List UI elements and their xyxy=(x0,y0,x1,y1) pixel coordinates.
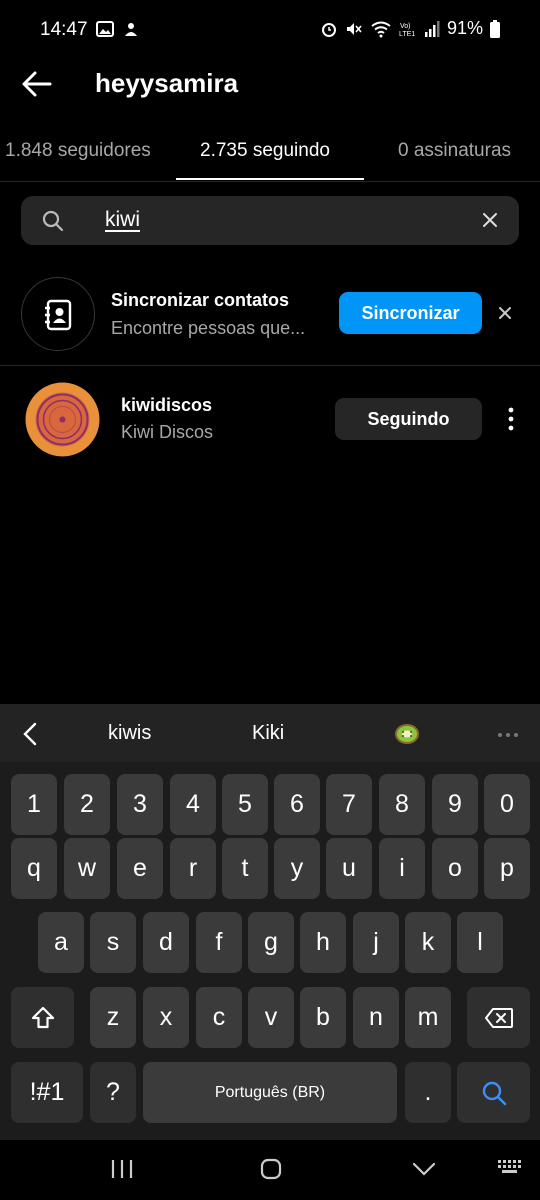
key-2[interactable]: 2 xyxy=(64,774,110,835)
key-k[interactable]: k xyxy=(405,912,451,973)
shift-key[interactable] xyxy=(11,987,74,1048)
recent-apps-icon[interactable] xyxy=(110,1158,134,1180)
key-7[interactable]: 7 xyxy=(326,774,372,835)
tab-subscriptions[interactable]: 0 assinaturas xyxy=(398,140,511,162)
key-8[interactable]: 8 xyxy=(379,774,425,835)
back-arrow-icon xyxy=(22,71,52,97)
symbols-key[interactable]: !#1 xyxy=(11,1062,83,1123)
svg-text:Vo): Vo) xyxy=(400,23,411,30)
key-z[interactable]: z xyxy=(90,987,136,1048)
key-n[interactable]: n xyxy=(353,987,399,1048)
back-button[interactable] xyxy=(18,64,58,104)
wifi-icon xyxy=(371,21,391,37)
sync-subtitle: Encontre pessoas que... xyxy=(111,318,306,338)
key-c[interactable]: c xyxy=(196,987,242,1048)
suggestion-1[interactable]: kiwis xyxy=(108,722,151,745)
header: heyysamira xyxy=(0,58,540,108)
key-m[interactable]: m xyxy=(405,987,451,1048)
mute-icon xyxy=(346,22,362,35)
key-e[interactable]: e xyxy=(117,838,163,899)
key-b[interactable]: b xyxy=(300,987,346,1048)
key-t[interactable]: t xyxy=(222,838,268,899)
user-list-item[interactable]: kiwidiscos Kiwi Discos Seguindo xyxy=(0,380,540,460)
key-5[interactable]: 5 xyxy=(222,774,268,835)
key-v[interactable]: v xyxy=(248,987,294,1048)
backspace-key[interactable] xyxy=(467,987,530,1048)
battery-percent: 91% xyxy=(446,18,483,38)
svg-text:LTE1: LTE1 xyxy=(399,31,415,38)
sync-title: Sincronizar contatos xyxy=(111,290,290,310)
tab-followers[interactable]: 1.848 seguidores xyxy=(5,140,151,162)
key-s[interactable]: s xyxy=(90,912,136,973)
search-input[interactable]: kiwi xyxy=(105,208,140,232)
key-j[interactable]: j xyxy=(353,912,399,973)
home-icon[interactable] xyxy=(260,1158,282,1180)
key-l[interactable]: l xyxy=(457,912,503,973)
username[interactable]: kiwidiscos xyxy=(121,395,212,416)
key-x[interactable]: x xyxy=(143,987,189,1048)
system-nav-bar xyxy=(0,1140,540,1200)
key-3[interactable]: 3 xyxy=(117,774,163,835)
search-key[interactable] xyxy=(457,1062,530,1123)
key-p[interactable]: p xyxy=(484,838,530,899)
contacts-avatar xyxy=(21,277,95,351)
notification-icon xyxy=(125,23,137,36)
search-key-icon xyxy=(482,1081,506,1105)
contacts-book-icon xyxy=(45,299,72,331)
gallery-icon xyxy=(96,21,114,37)
page-title: heyysamira xyxy=(95,68,239,98)
following-button[interactable]: Seguindo xyxy=(335,398,482,440)
tab-active-indicator xyxy=(176,178,364,180)
question-key[interactable]: ? xyxy=(90,1062,136,1123)
key-h[interactable]: h xyxy=(300,912,346,973)
user-full-name: Kiwi Discos xyxy=(121,422,214,442)
key-0[interactable]: 0 xyxy=(484,774,530,835)
tab-following[interactable]: 2.735 seguindo xyxy=(200,140,330,162)
key-4[interactable]: 4 xyxy=(170,774,216,835)
key-1[interactable]: 1 xyxy=(11,774,57,835)
signal-icon xyxy=(424,20,440,37)
sync-button[interactable]: Sincronizar xyxy=(339,292,482,334)
key-i[interactable]: i xyxy=(379,838,425,899)
key-u[interactable]: u xyxy=(326,838,372,899)
avatar[interactable] xyxy=(25,382,100,457)
more-options-icon[interactable] xyxy=(505,407,517,431)
key-6[interactable]: 6 xyxy=(274,774,320,835)
kiwi-emoji-icon[interactable] xyxy=(394,721,420,747)
backspace-icon xyxy=(484,1007,513,1028)
key-q[interactable]: q xyxy=(11,838,57,899)
search-bar[interactable]: kiwi xyxy=(21,196,519,245)
keyboard-icon[interactable] xyxy=(497,1158,523,1178)
suggestion-2[interactable]: Kiki xyxy=(252,722,284,745)
chevron-down-icon[interactable] xyxy=(412,1158,436,1180)
volte-icon: Vo)LTE1 xyxy=(399,23,415,38)
key-w[interactable]: w xyxy=(64,838,110,899)
key-o[interactable]: o xyxy=(432,838,478,899)
key-9[interactable]: 9 xyxy=(432,774,478,835)
suggestion-bar: kiwis Kiki xyxy=(0,704,540,762)
alarm-icon xyxy=(321,22,336,37)
keyboard: kiwis Kiki 1 2 3 4 5 6 7 8 9 0 q w e r t… xyxy=(0,704,540,1200)
tab-bar: 1.848 seguidores 2.735 seguindo 0 assina… xyxy=(0,128,540,182)
search-icon xyxy=(42,210,64,232)
key-a[interactable]: a xyxy=(38,912,84,973)
sync-contacts-row: Sincronizar contatos Encontre pessoas qu… xyxy=(0,272,540,366)
key-g[interactable]: g xyxy=(248,912,294,973)
period-key[interactable]: . xyxy=(405,1062,451,1123)
chevron-left-icon[interactable] xyxy=(20,721,40,747)
more-suggestions-icon[interactable] xyxy=(497,732,519,738)
key-f[interactable]: f xyxy=(196,912,242,973)
battery-icon xyxy=(490,19,500,38)
key-y[interactable]: y xyxy=(274,838,320,899)
shift-icon xyxy=(31,1006,54,1028)
key-r[interactable]: r xyxy=(170,838,216,899)
status-time: 14:47 xyxy=(40,19,88,40)
key-d[interactable]: d xyxy=(143,912,189,973)
dismiss-icon[interactable] xyxy=(497,305,513,321)
space-key[interactable]: Português (BR) xyxy=(143,1062,397,1123)
clear-search-icon[interactable] xyxy=(481,211,499,229)
status-bar: 14:47 Vo) LTE1 91% xyxy=(0,0,540,60)
